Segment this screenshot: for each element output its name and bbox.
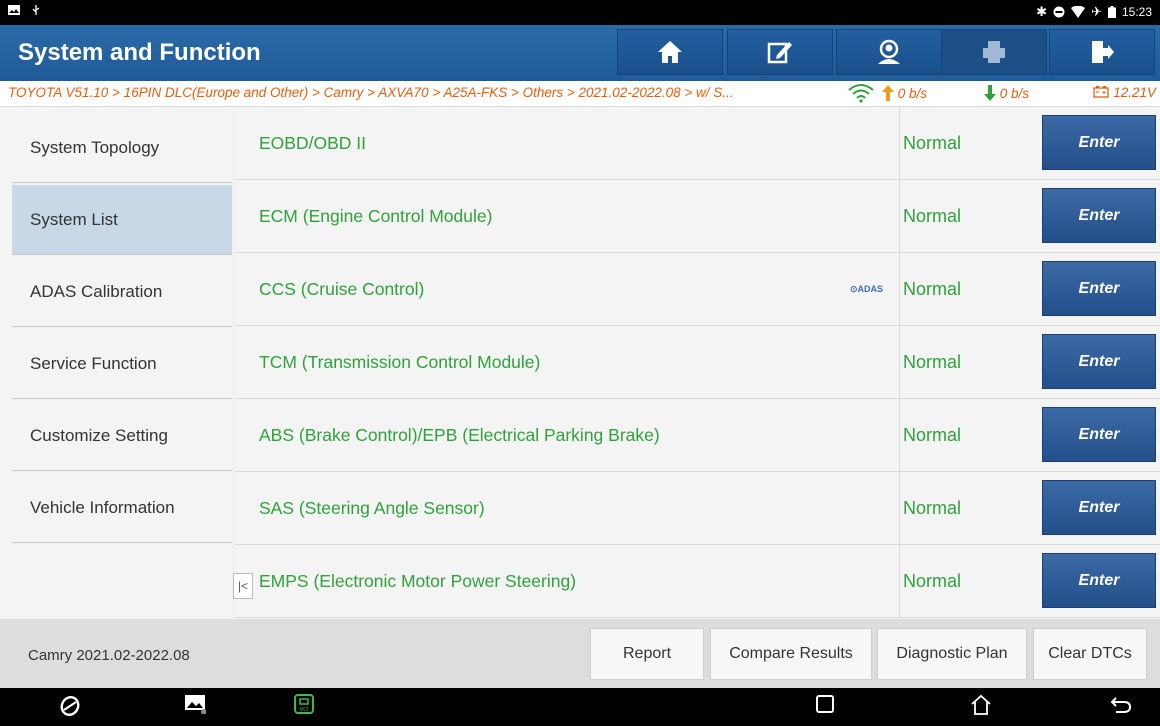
- wifi-signal-icon: [848, 84, 874, 103]
- enter-button[interactable]: Enter: [1042, 115, 1156, 170]
- sidebar: System Topology System List ADAS Calibra…: [0, 107, 232, 619]
- footer-bar: Camry 2021.02-2022.08 Report Compare Res…: [0, 619, 1160, 688]
- android-status-bar: ✱ ✈ 15:23: [0, 0, 1160, 25]
- sidebar-item-customize-setting[interactable]: Customize Setting: [12, 401, 232, 471]
- system-status: Normal: [903, 352, 962, 372]
- system-row: EOBD/OBD II Normal Enter: [235, 107, 1160, 180]
- clock: 15:23: [1121, 5, 1152, 19]
- browser-shortcut[interactable]: [58, 694, 82, 718]
- battery-icon: [1107, 6, 1116, 18]
- android-nav-bar: VCI: [0, 688, 1160, 726]
- collapse-sidebar-button[interactable]: |<: [233, 573, 253, 599]
- airplane-icon: ✈: [1091, 4, 1102, 19]
- column-divider: [899, 107, 900, 180]
- system-status: Normal: [903, 571, 962, 591]
- column-divider: [899, 253, 900, 326]
- diagnostic-plan-button[interactable]: Diagnostic Plan: [877, 628, 1027, 680]
- download-arrow-icon: [984, 85, 996, 101]
- recents-icon: [816, 695, 834, 713]
- system-status: Normal: [903, 206, 962, 226]
- exit-button[interactable]: [1049, 29, 1155, 75]
- column-divider: [899, 545, 900, 618]
- vci-shortcut[interactable]: VCI: [292, 694, 316, 716]
- bluetooth-icon: ✱: [1036, 4, 1048, 19]
- remote-expert-button[interactable]: [836, 29, 942, 75]
- gallery-notification-icon: [8, 5, 20, 15]
- enter-button[interactable]: Enter: [1042, 407, 1156, 462]
- home-button[interactable]: [617, 29, 723, 75]
- breadcrumb-bar: TOYOTA V51.10 > 16PIN DLC(Europe and Oth…: [0, 81, 1160, 107]
- dnd-icon: [1053, 6, 1065, 18]
- system-name: CCS (Cruise Control): [259, 279, 425, 299]
- exit-icon: [1092, 41, 1114, 63]
- edit-button[interactable]: [727, 29, 833, 75]
- system-row: EMPS (Electronic Motor Power Steering) N…: [235, 545, 1160, 618]
- system-row: ECM (Engine Control Module) Normal Enter: [235, 180, 1160, 253]
- print-button[interactable]: [941, 29, 1047, 75]
- print-icon: [983, 41, 1005, 63]
- system-name: TCM (Transmission Control Module): [259, 352, 541, 372]
- sidebar-item-service-function[interactable]: Service Function: [12, 329, 232, 399]
- svg-text:VCI: VCI: [300, 707, 308, 713]
- column-divider: [899, 472, 900, 545]
- column-divider: [899, 180, 900, 253]
- system-name: ABS (Brake Control)/EPB (Electrical Park…: [259, 425, 660, 445]
- system-row: ABS (Brake Control)/EPB (Electrical Park…: [235, 399, 1160, 472]
- column-divider: [899, 326, 900, 399]
- system-list: EOBD/OBD II Normal Enter ECM (Engine Con…: [235, 107, 1160, 619]
- system-status: Normal: [903, 498, 962, 518]
- compare-results-button[interactable]: Compare Results: [710, 628, 872, 680]
- system-name: EOBD/OBD II: [259, 133, 366, 153]
- home-nav-button[interactable]: [970, 694, 992, 716]
- enter-button[interactable]: Enter: [1042, 480, 1156, 535]
- system-status: Normal: [903, 425, 962, 445]
- sidebar-item-vehicle-information[interactable]: Vehicle Information: [12, 473, 232, 543]
- main-content: System Topology System List ADAS Calibra…: [0, 107, 1160, 619]
- clear-dtcs-button[interactable]: Clear DTCs: [1033, 628, 1147, 680]
- system-row: CCS (Cruise Control) ⊙ADAS Normal Enter: [235, 253, 1160, 326]
- system-row: SAS (Steering Angle Sensor) Normal Enter: [235, 472, 1160, 545]
- upload-rate: 0 b/s: [882, 85, 927, 101]
- edit-icon: [767, 42, 792, 64]
- browser-icon: [60, 696, 80, 716]
- adas-badge: ⊙ADAS: [850, 284, 884, 294]
- person-icon: [878, 39, 900, 64]
- system-name: EMPS (Electronic Motor Power Steering): [259, 571, 577, 591]
- vci-icon: VCI: [294, 694, 314, 714]
- gallery-shortcut[interactable]: [184, 694, 206, 714]
- vehicle-label: Camry 2021.02-2022.08: [28, 647, 190, 664]
- battery-voltage: 12.21V: [1093, 85, 1156, 100]
- system-name: ECM (Engine Control Module): [259, 206, 493, 226]
- enter-button[interactable]: Enter: [1042, 553, 1156, 608]
- car-battery-icon: [1093, 86, 1110, 98]
- enter-button[interactable]: Enter: [1042, 188, 1156, 243]
- download-rate: 0 b/s: [984, 85, 1029, 101]
- usb-icon: [32, 5, 40, 15]
- system-row: TCM (Transmission Control Module) Normal…: [235, 326, 1160, 399]
- home-outline-icon: [971, 694, 991, 715]
- enter-button[interactable]: Enter: [1042, 334, 1156, 389]
- back-button[interactable]: [1110, 694, 1132, 716]
- system-name: SAS (Steering Angle Sensor): [259, 498, 485, 518]
- recents-button[interactable]: [815, 694, 835, 714]
- system-status: Normal: [903, 133, 962, 153]
- sidebar-item-system-list[interactable]: System List: [12, 185, 232, 255]
- page-title: System and Function: [18, 39, 261, 66]
- wifi-status-icon: [1071, 6, 1086, 18]
- enter-button[interactable]: Enter: [1042, 261, 1156, 316]
- column-divider: [899, 399, 900, 472]
- app-header: System and Function: [0, 25, 1160, 81]
- back-icon: [1110, 697, 1132, 713]
- gallery-icon: [185, 695, 206, 714]
- upload-arrow-icon: [882, 85, 894, 101]
- system-status: Normal: [903, 279, 962, 299]
- home-icon: [658, 41, 682, 63]
- sidebar-item-system-topology[interactable]: System Topology: [12, 113, 232, 183]
- breadcrumb: TOYOTA V51.10 > 16PIN DLC(Europe and Oth…: [8, 85, 734, 100]
- report-button[interactable]: Report: [590, 628, 704, 680]
- collapse-left-icon: |<: [237, 579, 249, 593]
- sidebar-item-adas-calibration[interactable]: ADAS Calibration: [12, 257, 232, 327]
